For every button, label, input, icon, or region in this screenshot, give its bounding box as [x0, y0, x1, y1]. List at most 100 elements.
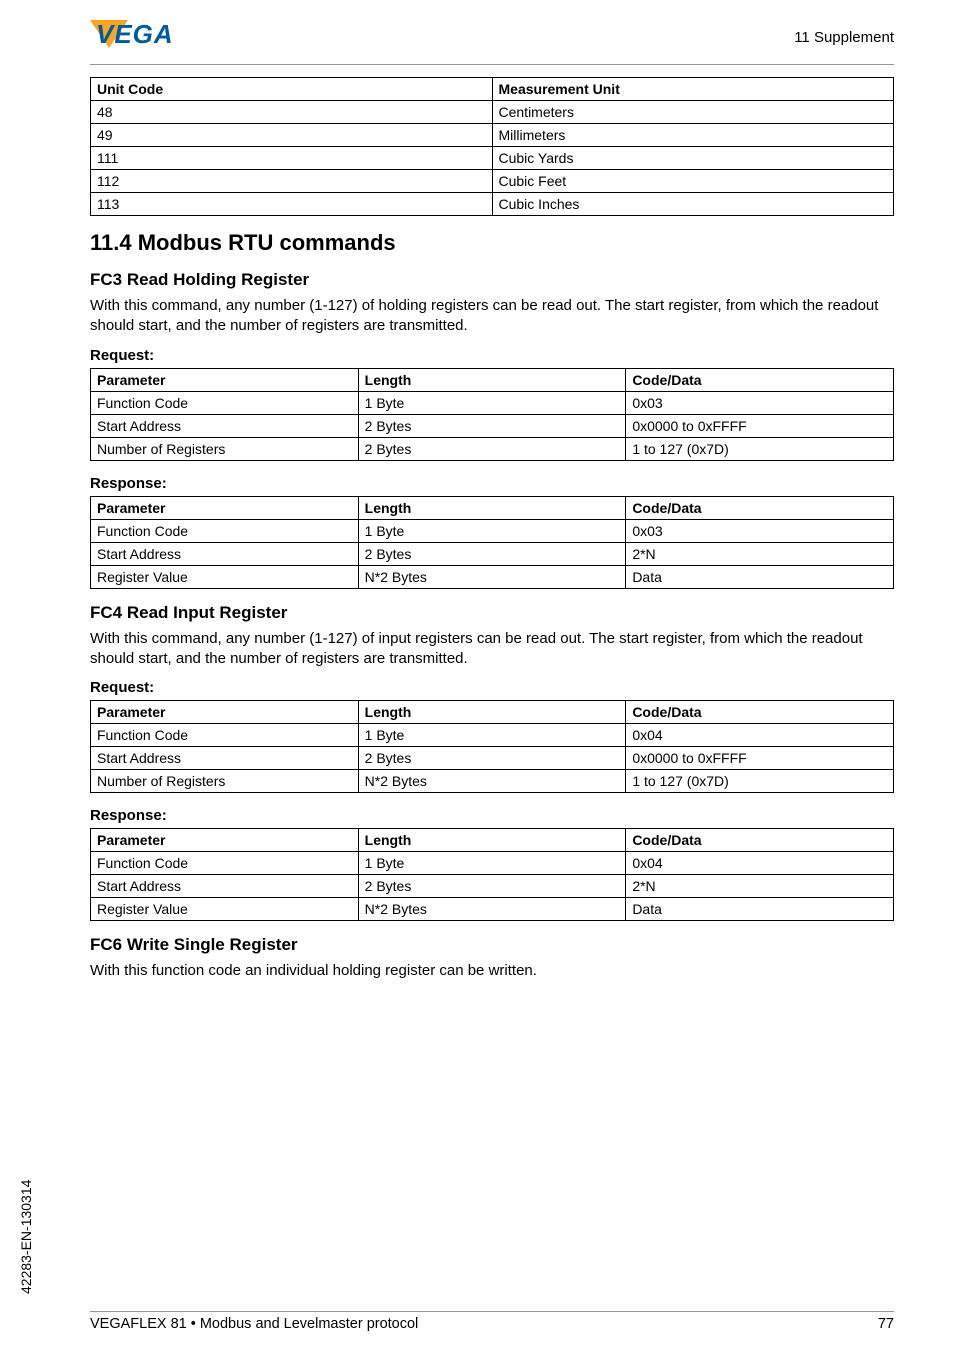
cell: Cubic Feet — [492, 170, 894, 193]
cell: Start Address — [91, 747, 359, 770]
cell: 1 Byte — [358, 852, 626, 875]
cell: 2 Bytes — [358, 875, 626, 898]
fc4-request-label: Request: — [90, 679, 894, 696]
cell: 1 Byte — [358, 519, 626, 542]
fc4-heading: FC4 Read Input Register — [90, 603, 894, 623]
col-header: Length — [358, 496, 626, 519]
cell: Cubic Inches — [492, 193, 894, 216]
cell: Start Address — [91, 875, 359, 898]
footer-left: VEGAFLEX 81 • Modbus and Levelmaster pro… — [90, 1316, 418, 1332]
cell: Centimeters — [492, 101, 894, 124]
cell: 49 — [91, 124, 493, 147]
fc4-response-table: Parameter Length Code/Data Function Code… — [90, 828, 894, 921]
cell: 2 Bytes — [358, 414, 626, 437]
cell: 0x03 — [626, 391, 894, 414]
cell: 0x03 — [626, 519, 894, 542]
table-row: Number of Registers2 Bytes1 to 127 (0x7D… — [91, 437, 894, 460]
col-header: Length — [358, 701, 626, 724]
col-header: Parameter — [91, 701, 359, 724]
table-row: 113Cubic Inches — [91, 193, 894, 216]
cell: Millimeters — [492, 124, 894, 147]
cell: 2*N — [626, 542, 894, 565]
col-header: Length — [358, 368, 626, 391]
fc3-description: With this command, any number (1-127) of… — [90, 296, 894, 337]
cell: Data — [626, 898, 894, 921]
fc4-response-label: Response: — [90, 807, 894, 824]
col-header: Code/Data — [626, 496, 894, 519]
table-row: Function Code1 Byte0x04 — [91, 724, 894, 747]
fc4-description: With this command, any number (1-127) of… — [90, 629, 894, 670]
unit-code-header: Unit Code — [91, 78, 493, 101]
cell: 113 — [91, 193, 493, 216]
header-supplement: 11 Supplement — [794, 29, 894, 46]
measurement-unit-header: Measurement Unit — [492, 78, 894, 101]
svg-text:VEGA: VEGA — [96, 20, 174, 49]
cell: Function Code — [91, 724, 359, 747]
section-title: 11.4 Modbus RTU commands — [90, 230, 894, 256]
header-rule — [90, 64, 894, 65]
cell: 0x04 — [626, 852, 894, 875]
page-header: VEGA 11 Supplement — [90, 20, 894, 54]
fc3-response-table: Parameter Length Code/Data Function Code… — [90, 496, 894, 589]
table-header-row: Parameter Length Code/Data — [91, 701, 894, 724]
cell: Start Address — [91, 414, 359, 437]
col-header: Code/Data — [626, 829, 894, 852]
table-row: Start Address2 Bytes0x0000 to 0xFFFF — [91, 414, 894, 437]
table-header-row: Parameter Length Code/Data — [91, 496, 894, 519]
col-header: Parameter — [91, 368, 359, 391]
cell: 1 Byte — [358, 724, 626, 747]
col-header: Code/Data — [626, 368, 894, 391]
table-row: Start Address2 Bytes2*N — [91, 875, 894, 898]
footer-rule — [90, 1311, 894, 1312]
table-header-row: Unit Code Measurement Unit — [91, 78, 894, 101]
cell: N*2 Bytes — [358, 770, 626, 793]
table-row: 112Cubic Feet — [91, 170, 894, 193]
cell: Function Code — [91, 852, 359, 875]
cell: 2 Bytes — [358, 437, 626, 460]
table-row: Register ValueN*2 BytesData — [91, 565, 894, 588]
col-header: Parameter — [91, 829, 359, 852]
col-header: Parameter — [91, 496, 359, 519]
fc6-heading: FC6 Write Single Register — [90, 935, 894, 955]
table-row: Number of RegistersN*2 Bytes1 to 127 (0x… — [91, 770, 894, 793]
page-footer: VEGAFLEX 81 • Modbus and Levelmaster pro… — [90, 1311, 894, 1332]
table-row: 49Millimeters — [91, 124, 894, 147]
col-header: Length — [358, 829, 626, 852]
table-row: Function Code1 Byte0x03 — [91, 391, 894, 414]
cell: 1 Byte — [358, 391, 626, 414]
cell: Function Code — [91, 519, 359, 542]
table-row: Function Code1 Byte0x03 — [91, 519, 894, 542]
cell: N*2 Bytes — [358, 898, 626, 921]
cell: 48 — [91, 101, 493, 124]
table-row: Function Code1 Byte0x04 — [91, 852, 894, 875]
fc6-description: With this function code an individual ho… — [90, 961, 894, 981]
cell: Number of Registers — [91, 437, 359, 460]
cell: Data — [626, 565, 894, 588]
cell: 112 — [91, 170, 493, 193]
table-header-row: Parameter Length Code/Data — [91, 368, 894, 391]
col-header: Code/Data — [626, 701, 894, 724]
cell: 1 to 127 (0x7D) — [626, 770, 894, 793]
cell: 2*N — [626, 875, 894, 898]
table-row: Start Address2 Bytes0x0000 to 0xFFFF — [91, 747, 894, 770]
cell: 0x0000 to 0xFFFF — [626, 747, 894, 770]
table-row: 111Cubic Yards — [91, 147, 894, 170]
footer-page-number: 77 — [878, 1316, 894, 1332]
cell: 0x04 — [626, 724, 894, 747]
fc3-request-table: Parameter Length Code/Data Function Code… — [90, 368, 894, 461]
unit-code-table: Unit Code Measurement Unit 48Centimeters… — [90, 77, 894, 216]
cell: Number of Registers — [91, 770, 359, 793]
cell: 2 Bytes — [358, 542, 626, 565]
cell: Function Code — [91, 391, 359, 414]
side-document-id: 42283-EN-130314 — [18, 1180, 34, 1294]
table-row: 48Centimeters — [91, 101, 894, 124]
cell: Register Value — [91, 565, 359, 588]
cell: 2 Bytes — [358, 747, 626, 770]
cell: 1 to 127 (0x7D) — [626, 437, 894, 460]
fc4-request-table: Parameter Length Code/Data Function Code… — [90, 700, 894, 793]
cell: N*2 Bytes — [358, 565, 626, 588]
cell: Register Value — [91, 898, 359, 921]
table-header-row: Parameter Length Code/Data — [91, 829, 894, 852]
table-row: Register ValueN*2 BytesData — [91, 898, 894, 921]
cell: 111 — [91, 147, 493, 170]
